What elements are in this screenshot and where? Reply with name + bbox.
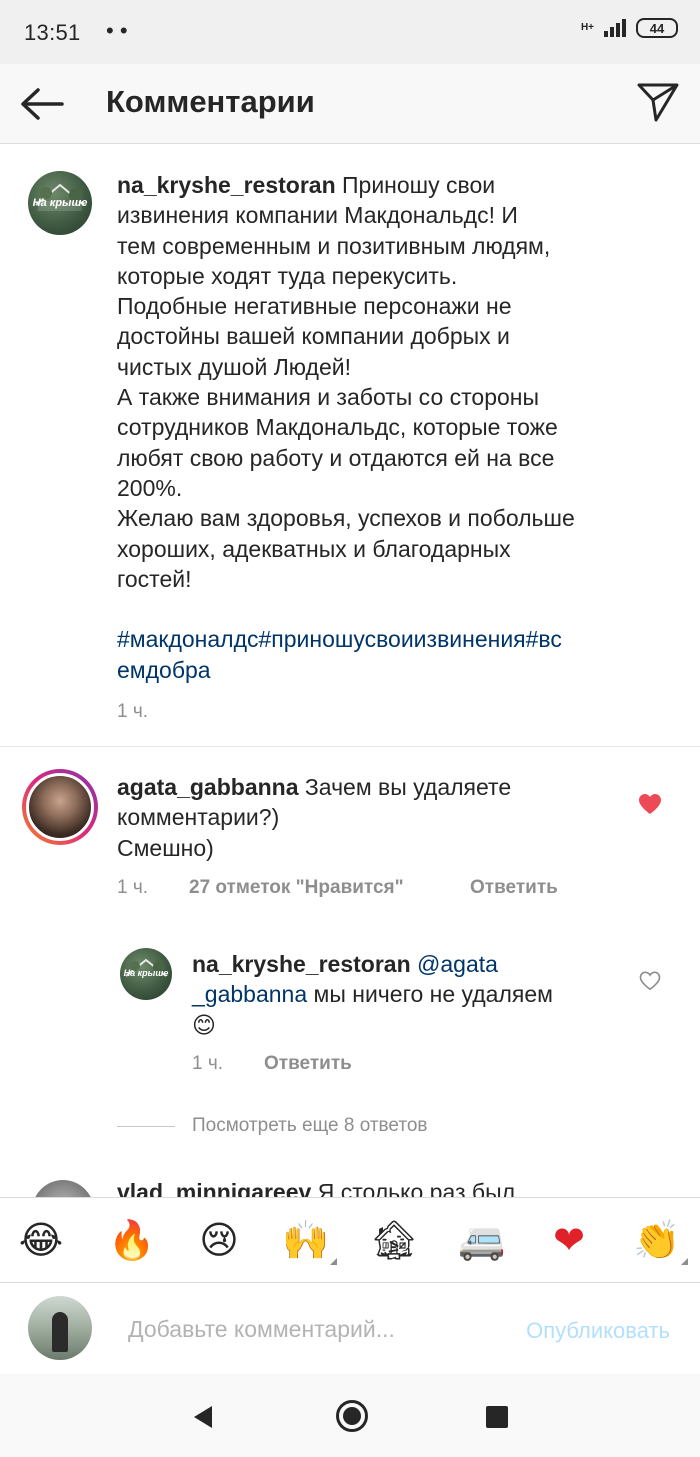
signal-icon [604,19,626,37]
reply-mention-continued[interactable]: _gabbanna [192,981,307,1007]
post-caption-text: Приношу свои извинения компании Макдонал… [117,172,575,592]
heart-outline-icon [639,971,661,991]
reply-mention[interactable]: @agata [411,951,498,977]
commenter-avatar[interactable] [32,1180,94,1197]
reply-text: na_kryshe_restoran @agata _gabbanna мы н… [192,949,612,1040]
heart-emoji[interactable]: ❤ [545,1216,593,1264]
post-timestamp: 1 ч. [117,701,149,722]
reply-like-button[interactable] [639,971,661,991]
network-type-label: H+ [580,22,594,33]
view-more-replies[interactable]: Посмотреть еще 8 ответов [192,1115,428,1137]
comment-likes-count[interactable]: 27 отметок "Нравится" [189,877,404,899]
comment-body: Я столько раз был [311,1179,516,1197]
reply-button[interactable]: Ответить [470,877,558,899]
status-icons: H+ 44 [581,18,678,38]
status-bar: 13:51 • • H+ 44 [0,0,700,64]
van-emoji[interactable]: 🚐 [458,1216,506,1264]
fire-emoji[interactable]: 🔥 [108,1216,156,1264]
triangle-back-icon [194,1406,212,1428]
publish-button[interactable]: Опубликовать [526,1318,670,1344]
comment-text: agata_gabbanna Зачем вы удаляете коммент… [117,772,617,863]
commenter-avatar[interactable] [22,769,98,845]
share-button[interactable] [636,80,680,124]
reply-timestamp: 1 ч. [192,1053,224,1074]
hut-emoji[interactable]: 🏚 [370,1216,418,1264]
skin-tone-indicator [330,1258,337,1265]
notification-dots: • • [106,18,128,43]
heart-filled-icon [639,794,661,814]
reply-author-username[interactable]: na_kryshe_restoran [192,951,411,977]
home-circle-icon [336,1400,368,1432]
back-arrow-icon [21,88,64,120]
nav-home-button[interactable] [335,1399,369,1433]
post-caption: na_kryshe_restoran Приношу свои извинени… [117,170,677,685]
comment-timestamp: 1 ч. [117,877,149,898]
view-more-line [117,1126,175,1127]
comment-input[interactable]: Добавьте комментарий... [128,1316,395,1343]
joy-emoji[interactable]: 😂 [17,1216,65,1264]
comment-text: vlad_minnigareev Я столько раз был [117,1177,637,1197]
commenter-username[interactable]: vlad_minnigareev [117,1179,311,1197]
battery-icon: 44 [636,18,678,38]
caption-divider [0,746,700,747]
restaurant-logo-text: На крыше [32,197,88,209]
raised-hands-emoji[interactable]: 🙌 [282,1216,330,1264]
post-hashtags[interactable]: #макдоналдс#приношусвоиизвинения#вс емдо… [117,626,562,682]
clap-emoji[interactable]: 👏 [633,1216,681,1264]
status-time: 13:51 [24,20,81,45]
emoji-quick-bar: 😂 🔥 😢 🙌 🏚 🚐 ❤ 👏 [0,1197,700,1283]
like-button[interactable] [638,793,662,815]
current-user-avatar [28,1296,92,1360]
nav-back-button[interactable] [190,1404,216,1430]
paper-plane-icon [637,83,679,122]
page-title: Комментарии [106,84,315,119]
post-author-username[interactable]: na_kryshe_restoran [117,172,336,198]
comments-list[interactable]: На крыше na_kryshe_restoran Приношу свои… [0,145,700,1197]
commenter-username[interactable]: agata_gabbanna [117,774,299,800]
nav-recents-button[interactable] [486,1406,508,1428]
crying-emoji[interactable]: 😢 [195,1216,243,1264]
reply-reply-button[interactable]: Ответить [264,1053,352,1075]
reply-author-avatar[interactable]: На крыше [120,948,172,1000]
post-author-avatar[interactable]: На крыше [28,171,92,235]
app-header: Комментарии [0,64,700,144]
system-nav-bar [0,1374,700,1457]
comment-composer: Добавьте комментарий... Опубликовать [0,1284,700,1374]
skin-tone-indicator [681,1258,688,1265]
commenter-photo [26,773,94,841]
user-figure [52,1312,68,1352]
restaurant-logo-text: На крыше [123,968,169,978]
back-button[interactable] [18,84,66,124]
